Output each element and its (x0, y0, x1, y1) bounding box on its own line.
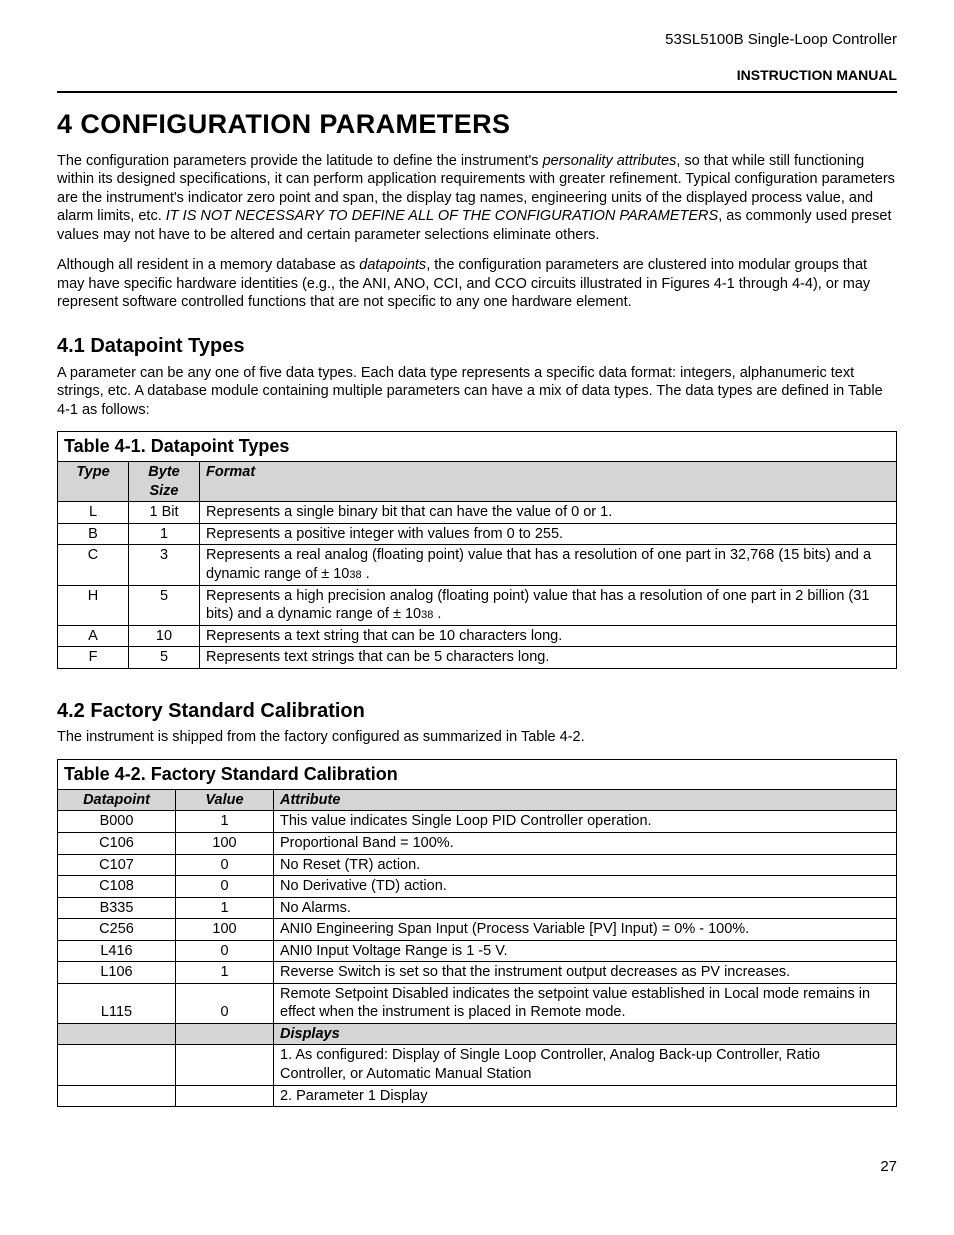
table-row: C106100Proportional Band = 100%. (58, 833, 897, 855)
table-header-value: Value (176, 789, 274, 811)
table-4-2: Table 4-2. Factory Standard Calibration … (57, 759, 897, 1107)
table-row: C1080No Derivative (TD) action. (58, 876, 897, 898)
intro-paragraph-1: The configuration parameters provide the… (57, 152, 897, 245)
subsection-4-2-title: 4.2 Factory Standard Calibration (57, 699, 897, 725)
table-header-attribute: Attribute (274, 789, 897, 811)
table-row: H5Represents a high precision analog (fl… (58, 585, 897, 625)
table-header-format: Format (200, 462, 897, 502)
header-product: 53SL5100B Single-Loop Controller (57, 30, 897, 49)
table-4-2-caption: Table 4-2. Factory Standard Calibration (57, 759, 897, 789)
table-row: B0001This value indicates Single Loop PI… (58, 811, 897, 833)
table-row: 1. As configured: Display of Single Loop… (58, 1045, 897, 1085)
table-4-1: Table 4-1. Datapoint Types Type Byte Siz… (57, 431, 897, 669)
table-subheader-displays: Displays (58, 1023, 897, 1045)
subsection-4-1-body: A parameter can be any one of five data … (57, 364, 897, 420)
table-row: L1061Reverse Switch is set so that the i… (58, 962, 897, 984)
table-row: L4160ANI0 Input Voltage Range is 1 -5 V. (58, 940, 897, 962)
table-header-type: Type (58, 462, 129, 502)
page-number: 27 (57, 1157, 897, 1176)
table-row: L1 BitRepresents a single binary bit tha… (58, 502, 897, 524)
table-row: C256100ANI0 Engineering Span Input (Proc… (58, 919, 897, 941)
table-header-datapoint: Datapoint (58, 789, 176, 811)
section-title: 4 CONFIGURATION PARAMETERS (57, 107, 897, 142)
table-row: C1070No Reset (TR) action. (58, 854, 897, 876)
table-row: B3351No Alarms. (58, 897, 897, 919)
table-header-bytesize: Byte Size (129, 462, 200, 502)
table-row: A10Represents a text string that can be … (58, 625, 897, 647)
header-rule (57, 91, 897, 93)
table-row: B1Represents a positive integer with val… (58, 523, 897, 545)
header-manual-label: INSTRUCTION MANUAL (57, 67, 897, 85)
intro-paragraph-2: Although all resident in a memory databa… (57, 256, 897, 312)
table-row: F5Represents text strings that can be 5 … (58, 647, 897, 669)
table-row: C3Represents a real analog (floating poi… (58, 545, 897, 585)
table-row: 2. Parameter 1 Display (58, 1085, 897, 1107)
subsection-4-2-body: The instrument is shipped from the facto… (57, 728, 897, 747)
table-4-1-caption: Table 4-1. Datapoint Types (57, 431, 897, 461)
subsection-4-1-title: 4.1 Datapoint Types (57, 334, 897, 360)
table-row: L1150Remote Setpoint Disabled indicates … (58, 983, 897, 1023)
